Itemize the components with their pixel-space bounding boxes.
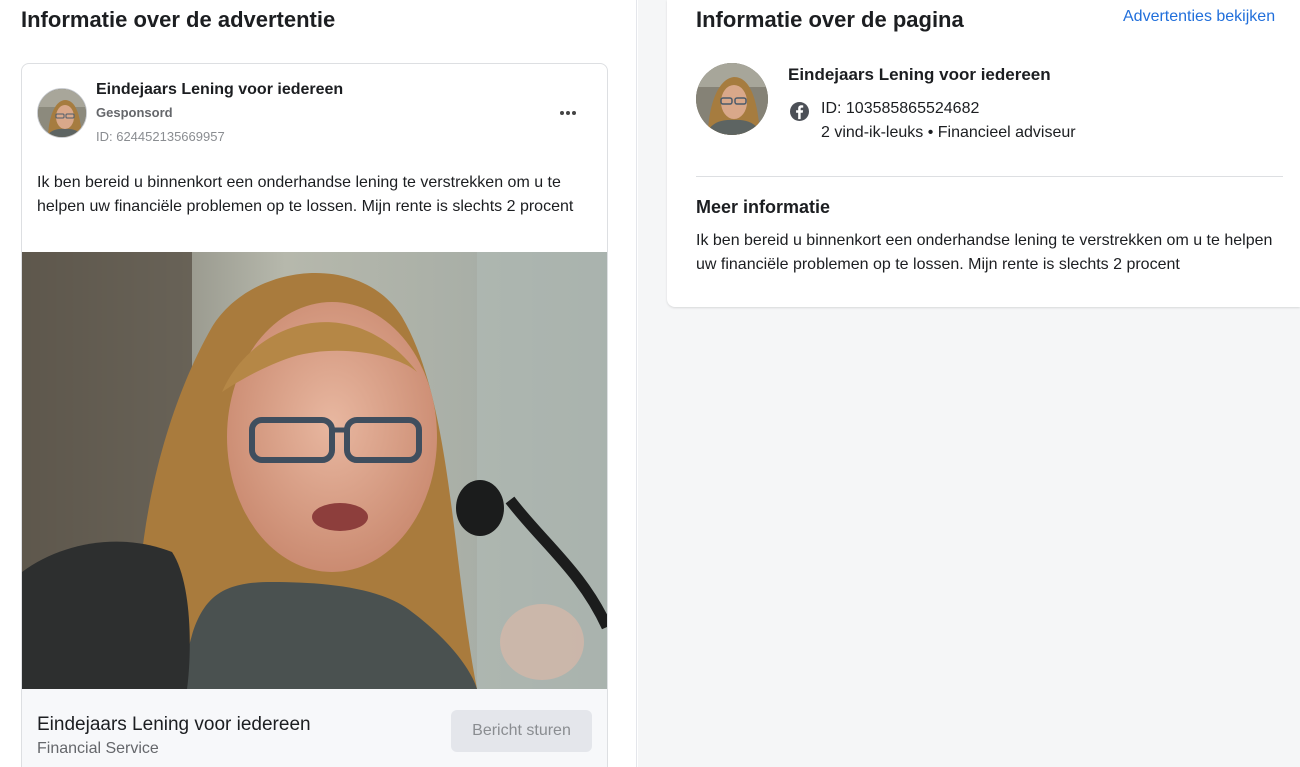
more-info-body: Ik ben bereid u binnenkort een onderhand… — [696, 232, 1273, 273]
ad-footer: Eindejaars Lening voor iedereen Financia… — [22, 689, 607, 767]
ad-body-text: Ik ben bereid u binnenkort een onderhand… — [37, 174, 574, 215]
section-divider — [696, 176, 1283, 177]
page-meta: 2 vind-ik-leuks • Financieel adviseur — [821, 124, 1076, 141]
footer-subtitle: Financial Service — [37, 740, 159, 757]
view-ads-link[interactable]: Advertenties bekijken — [1123, 8, 1275, 26]
facebook-icon — [790, 102, 809, 121]
avatar-image — [38, 89, 86, 137]
ad-image[interactable] — [22, 252, 607, 689]
more-info-title: Meer informatie — [696, 197, 831, 217]
sponsored-label: Gesponsord — [96, 105, 173, 120]
ad-id: ID: 624452135669957 — [96, 129, 225, 144]
ad-info-title: Informatie over de advertentie — [21, 7, 336, 32]
page-id: ID: 103585865524682 — [821, 100, 980, 117]
advertiser-name[interactable]: Eindejaars Lening voor iedereen — [96, 81, 343, 99]
page-info-title: Informatie over de pagina — [696, 7, 964, 32]
advertiser-avatar[interactable] — [37, 88, 87, 138]
send-message-button[interactable]: Bericht sturen — [451, 710, 592, 752]
page-avatar-image — [696, 63, 768, 135]
ad-preview-card: Eindejaars Lening voor iedereen Gesponso… — [21, 63, 608, 767]
footer-title: Eindejaars Lening voor iedereen — [37, 714, 311, 735]
page-name[interactable]: Eindejaars Lening voor iedereen — [788, 65, 1051, 85]
page-info-card: Informatie over de pagina Advertenties b… — [667, 0, 1300, 307]
more-options-button[interactable] — [554, 100, 582, 126]
ad-photo — [22, 252, 607, 689]
more-horizontal-icon — [560, 111, 564, 115]
page-avatar[interactable] — [696, 63, 768, 135]
ad-info-pane: Informatie over de advertentie Eindejaar… — [0, 0, 637, 767]
